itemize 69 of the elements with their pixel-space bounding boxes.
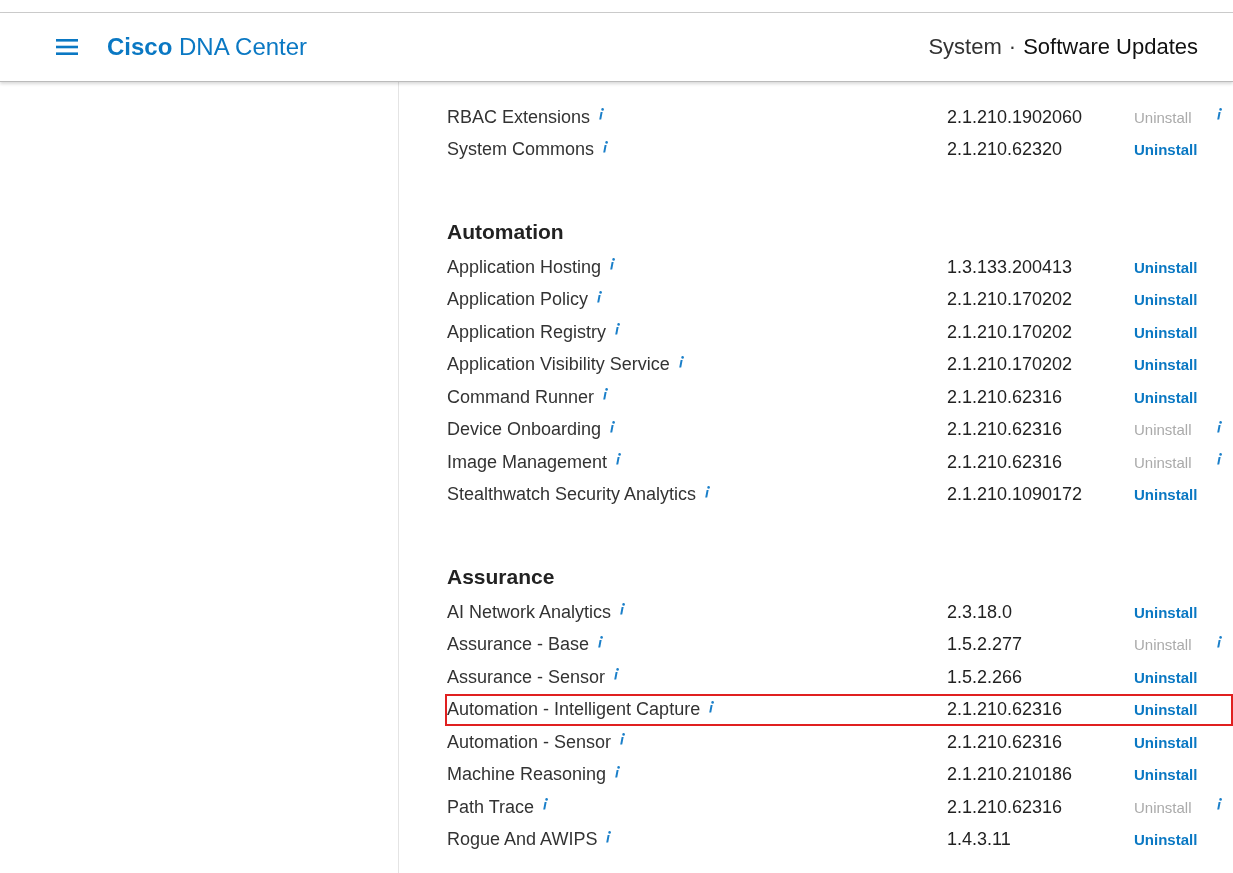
info-icon[interactable]: [602, 388, 609, 401]
uninstall-link[interactable]: Uninstall: [1134, 733, 1198, 751]
info-icon[interactable]: [596, 290, 603, 303]
package-name: Machine Reasoning: [447, 764, 607, 786]
package-version: 2.1.210.170202: [947, 289, 1074, 311]
package-name: Application Hosting: [447, 256, 602, 278]
package-name: Path Trace: [447, 796, 535, 818]
app-logo-text: Cisco DNA Center: [107, 33, 308, 61]
section-heading: Assurance: [447, 564, 556, 590]
uninstall-link[interactable]: Uninstall: [1134, 701, 1198, 719]
package-version: 1.5.2.277: [947, 634, 1024, 656]
info-icon[interactable]: [609, 258, 616, 271]
uninstall-link[interactable]: Uninstall: [1134, 323, 1198, 341]
package-name: Command Runner: [447, 386, 595, 408]
breadcrumb-separator: ·: [1008, 34, 1017, 60]
package-name: Assurance - Base: [447, 634, 590, 656]
package-name: RBAC Extensions: [447, 106, 591, 128]
package-name: Assurance - Sensor: [447, 666, 606, 688]
package-version: 2.1.210.62316: [947, 451, 1064, 473]
package-version: 2.1.210.210186: [947, 764, 1074, 786]
menu-icon[interactable]: [56, 39, 78, 55]
package-version: 2.1.210.170202: [947, 354, 1074, 376]
package-name: Automation - Sensor: [447, 731, 612, 753]
package-version: 2.1.210.1902060: [947, 106, 1084, 128]
package-version: 2.1.210.170202: [947, 321, 1074, 343]
info-icon[interactable]: [704, 485, 711, 498]
uninstall-link[interactable]: Uninstall: [1134, 388, 1198, 406]
info-icon[interactable]: [619, 603, 626, 616]
package-version: 2.3.18.0: [947, 601, 1014, 623]
section-heading: Automation: [447, 219, 565, 245]
uninstall-link[interactable]: Uninstall: [1134, 603, 1198, 621]
uninstall-link[interactable]: Uninstall: [1134, 668, 1198, 686]
info-icon[interactable]: [619, 733, 626, 746]
package-version: 1.5.2.266: [947, 666, 1024, 688]
package-version: 2.1.210.62316: [947, 796, 1064, 818]
package-name: Device Onboarding: [447, 419, 602, 441]
package-version: 2.1.210.62316: [947, 731, 1064, 753]
uninstall-link[interactable]: Uninstall: [1134, 831, 1198, 849]
package-name: Application Visibility Service: [447, 354, 670, 376]
info-icon[interactable]: [605, 830, 612, 843]
info-icon[interactable]: [708, 700, 715, 713]
breadcrumb-parent[interactable]: System: [928, 34, 1002, 60]
package-version: 2.1.210.1090172: [947, 484, 1084, 506]
uninstall-link[interactable]: Uninstall: [1134, 766, 1198, 784]
info-icon[interactable]: [677, 355, 684, 368]
package-version: 1.4.3.11: [947, 829, 1012, 851]
info-icon[interactable]: [602, 140, 609, 153]
package-name: AI Network Analytics: [447, 601, 612, 623]
uninstall-link[interactable]: Uninstall: [1134, 258, 1198, 276]
package-name: Automation - Intelligent Capture: [447, 699, 701, 721]
page-title: Software Updates: [1023, 34, 1198, 60]
uninstall-link[interactable]: Uninstall: [1134, 356, 1198, 374]
package-version: 2.1.210.62316: [947, 419, 1064, 441]
package-name: Application Policy: [447, 289, 589, 311]
uninstall-link[interactable]: Uninstall: [1134, 291, 1198, 309]
uninstall-link[interactable]: Uninstall: [1134, 141, 1198, 159]
uninstall-link[interactable]: Uninstall: [1134, 486, 1198, 504]
package-version: 2.1.210.62316: [947, 699, 1064, 721]
info-icon[interactable]: [614, 323, 621, 336]
package-name: Stealthwatch Security Analytics: [447, 484, 697, 506]
package-name: Rogue And AWIPS: [447, 829, 598, 851]
info-icon[interactable]: [614, 765, 621, 778]
package-version: 2.1.210.62320: [947, 139, 1064, 161]
package-version: 1.3.133.200413: [947, 256, 1074, 278]
package-name: Image Management: [447, 451, 608, 473]
info-icon[interactable]: [613, 668, 620, 681]
package-name: Application Registry: [447, 321, 607, 343]
package-version: 2.1.210.62316: [947, 386, 1064, 408]
package-name: System Commons: [447, 139, 595, 161]
